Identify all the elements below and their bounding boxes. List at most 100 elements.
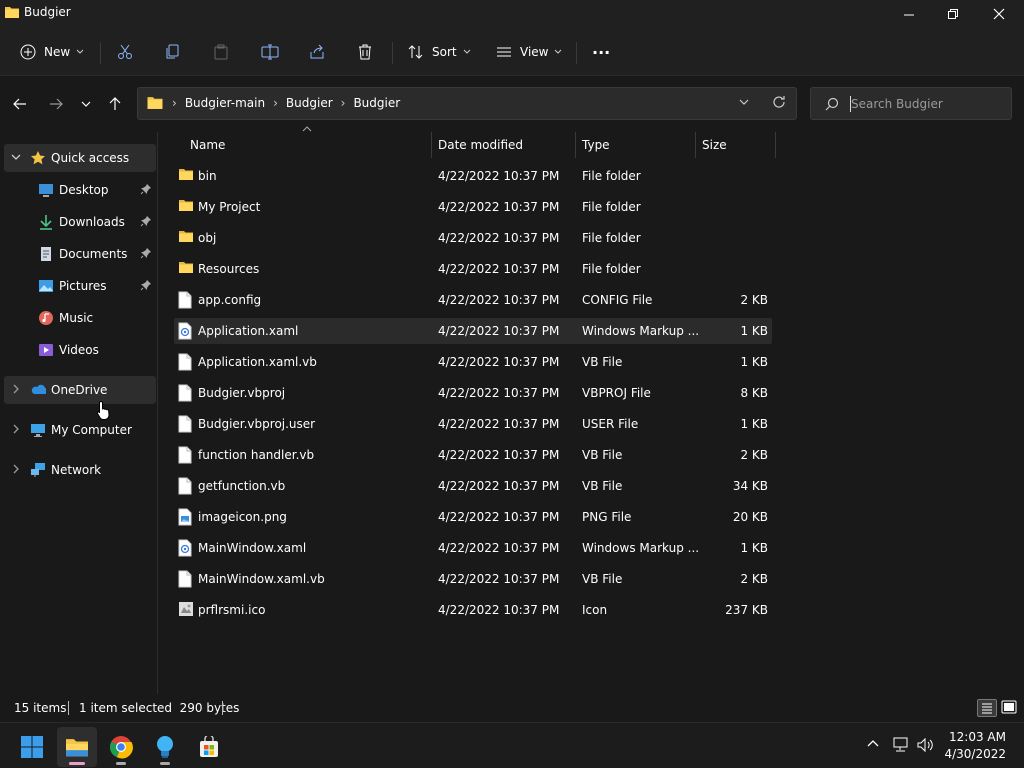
ethernet-icon	[893, 737, 908, 752]
folder-icon	[147, 97, 163, 109]
column-header-type[interactable]: Type	[582, 132, 610, 158]
table-row[interactable]: Budgier.vbproj.user 4/22/2022 10:37 PM USE…	[174, 411, 772, 437]
folder-icon	[4, 5, 20, 22]
volume-icon[interactable]	[917, 737, 935, 756]
table-row[interactable]: Resources 4/22/2022 10:37 PM File folder	[174, 256, 772, 282]
restore-button[interactable]	[930, 0, 976, 28]
details-view-button[interactable]	[977, 699, 997, 717]
breadcrumb-budgier[interactable]: Budgier	[286, 96, 333, 110]
taskbar-chrome[interactable]	[101, 727, 141, 767]
nav-my-computer[interactable]: My Computer	[4, 416, 156, 444]
column-resizer[interactable]	[431, 132, 432, 158]
table-row[interactable]: Budgier.vbproj 4/22/2022 10:37 PM VBPROJ F…	[174, 380, 772, 406]
table-row[interactable]: bin 4/22/2022 10:37 PM File folder	[174, 163, 772, 189]
file-type: File folder	[582, 169, 641, 183]
nav-item-desktop[interactable]: Desktop	[4, 176, 156, 204]
file-date-modified: 4/22/2022 10:37 PM	[438, 324, 560, 338]
file-date-modified: 4/22/2022 10:37 PM	[438, 448, 560, 462]
column-resizer[interactable]	[575, 132, 576, 158]
pictures-icon	[39, 280, 53, 292]
hand-cursor-icon	[96, 400, 110, 420]
file-date-modified: 4/22/2022 10:37 PM	[438, 603, 560, 617]
back-button[interactable]	[8, 92, 32, 116]
table-row[interactable]: getfunction.vb 4/22/2022 10:37 PM VB File 3…	[174, 473, 772, 499]
selection-info: 1 item selected 290 bytes	[79, 701, 240, 715]
paste-button[interactable]	[213, 36, 229, 68]
network-status-icon[interactable]	[892, 737, 910, 756]
computer-icon	[31, 424, 45, 437]
file-type: USER File	[582, 417, 639, 431]
tiles-view-icon	[1001, 700, 1017, 714]
column-resizer[interactable]	[695, 132, 696, 158]
recent-locations-button[interactable]	[74, 92, 98, 116]
pin-icon[interactable]	[140, 215, 152, 227]
image-file-icon	[178, 508, 194, 526]
close-button[interactable]	[976, 0, 1022, 28]
nav-item-music[interactable]: Music	[4, 304, 156, 332]
taskbar-file-explorer[interactable]	[57, 727, 97, 767]
minimize-icon	[904, 14, 914, 16]
pin-icon[interactable]	[140, 183, 152, 195]
file-name: function handler.vb	[198, 448, 315, 462]
search-input[interactable]: Search Budgier	[810, 87, 1012, 120]
view-button[interactable]: View	[496, 36, 562, 68]
column-header-size[interactable]: Size	[702, 132, 727, 158]
table-row[interactable]: MainWindow.xaml 4/22/2022 10:37 PM Windows…	[174, 535, 772, 561]
pin-icon[interactable]	[140, 279, 152, 291]
show-hidden-icons-button[interactable]	[866, 737, 880, 754]
table-row[interactable]: function handler.vb 4/22/2022 10:37 PM VB …	[174, 442, 772, 468]
file-date-modified: 4/22/2022 10:37 PM	[438, 541, 560, 555]
taskbar-store[interactable]	[189, 727, 229, 767]
forward-button[interactable]	[44, 92, 68, 116]
table-row[interactable]: Application.xaml 4/22/2022 10:37 PM Window…	[174, 318, 772, 344]
chevron-right-icon	[13, 424, 19, 434]
breadcrumb-budgier-current[interactable]: Budgier	[353, 96, 400, 110]
refresh-button[interactable]	[772, 95, 786, 112]
taskbar-clock[interactable]: 12:03 AM 4/30/2022	[944, 729, 1006, 763]
new-label: New	[44, 45, 71, 59]
pin-icon[interactable]	[140, 247, 152, 259]
nav-network[interactable]: Network	[4, 456, 156, 484]
table-row[interactable]: prflrsmi.ico 4/22/2022 10:37 PM Icon 237 KB	[174, 597, 772, 623]
up-button[interactable]	[103, 92, 127, 116]
chevron-right-icon	[13, 464, 19, 474]
column-header-name[interactable]: Name	[190, 132, 225, 158]
column-resizer[interactable]	[775, 132, 776, 158]
file-name: bin	[198, 169, 217, 183]
file-icon	[178, 570, 194, 588]
cut-button[interactable]	[117, 36, 133, 68]
arrow-up-icon	[109, 97, 121, 110]
address-bar[interactable]: › Budgier-main › Budgier › Budgier	[137, 87, 797, 120]
start-button[interactable]	[12, 727, 52, 767]
table-row[interactable]: My Project 4/22/2022 10:37 PM File folder	[174, 194, 772, 220]
nav-item-pictures[interactable]: Pictures	[4, 272, 156, 300]
more-icon: ...	[592, 38, 611, 58]
xaml-file-icon	[178, 322, 194, 340]
nav-item-downloads[interactable]: Downloads	[4, 208, 156, 236]
new-button[interactable]: New	[20, 36, 84, 68]
table-row[interactable]: obj 4/22/2022 10:37 PM File folder	[174, 225, 772, 251]
minimize-button[interactable]	[886, 0, 932, 28]
delete-button[interactable]	[357, 36, 373, 68]
table-row[interactable]: MainWindow.xaml.vb 4/22/2022 10:37 PM VB F…	[174, 566, 772, 592]
copy-button[interactable]	[165, 36, 181, 68]
tiles-view-button[interactable]	[1000, 699, 1018, 717]
nav-label: OneDrive	[51, 383, 108, 397]
rename-button[interactable]	[261, 36, 279, 68]
column-header-date[interactable]: Date modified	[438, 132, 523, 158]
sort-ascending-icon	[302, 126, 312, 132]
nav-onedrive[interactable]: OneDrive	[4, 376, 156, 404]
breadcrumb-budgier-main[interactable]: Budgier-main	[185, 96, 265, 110]
file-size: 1 KB	[740, 355, 768, 369]
table-row[interactable]: imageicon.png 4/22/2022 10:37 PM PNG File 2…	[174, 504, 772, 530]
more-options-button[interactable]: ...	[592, 36, 610, 68]
sort-button[interactable]: Sort	[408, 36, 471, 68]
share-button[interactable]	[309, 36, 325, 68]
nav-item-videos[interactable]: Videos	[4, 336, 156, 364]
taskbar-tips[interactable]	[145, 727, 185, 767]
table-row[interactable]: Application.xaml.vb 4/22/2022 10:37 PM VB …	[174, 349, 772, 375]
nav-item-documents[interactable]: Documents	[4, 240, 156, 268]
address-dropdown-button[interactable]	[738, 96, 750, 111]
nav-quick-access[interactable]: Quick access	[4, 144, 156, 172]
table-row[interactable]: app.config 4/22/2022 10:37 PM CONFIG File 2…	[174, 287, 772, 313]
